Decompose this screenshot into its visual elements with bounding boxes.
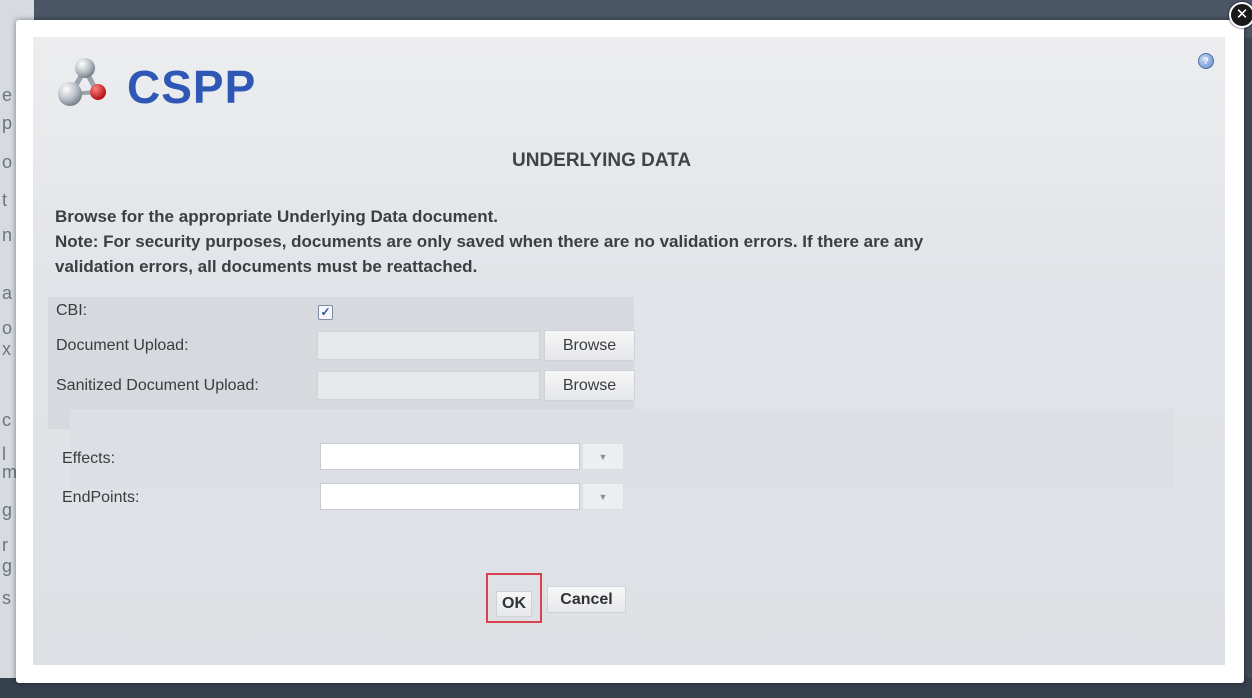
document-upload-label: Document Upload:	[56, 337, 189, 354]
background-text-fragment: x	[2, 339, 11, 359]
endpoints-combobox[interactable]	[320, 483, 580, 510]
ok-button-label: OK	[496, 591, 532, 617]
instruction-line: Note: For security purposes, documents a…	[55, 232, 924, 251]
background-text-fragment: o	[2, 318, 13, 338]
background-text-fragment: g	[2, 500, 13, 520]
close-icon[interactable]: ✕	[1229, 2, 1252, 28]
background-text-fragment: m	[2, 462, 17, 482]
molecule-logo-icon	[58, 58, 106, 106]
ok-button[interactable]: OK	[486, 573, 542, 623]
sanitized-upload-label: Sanitized Document Upload:	[56, 377, 259, 394]
background-text-fragment: n	[2, 225, 13, 245]
help-icon[interactable]: ?	[1198, 53, 1214, 69]
cbi-checkbox[interactable]: ✓	[318, 305, 333, 320]
background-text-fragment: r	[2, 535, 8, 555]
sanitized-browse-button[interactable]: Browse	[544, 370, 635, 401]
background-text-fragment: g	[2, 556, 13, 576]
endpoints-label: EndPoints:	[62, 489, 140, 506]
cancel-button[interactable]: Cancel	[547, 586, 626, 613]
background-text-fragment: c	[2, 410, 11, 430]
document-upload-field[interactable]	[317, 331, 540, 360]
chevron-down-icon[interactable]: ▼	[582, 483, 624, 510]
instructions: Browse for the appropriate Underlying Da…	[55, 204, 1195, 279]
background-text-fragment: s	[2, 588, 11, 608]
background-text-fragment: p	[2, 113, 13, 133]
effects-label: Effects:	[62, 450, 116, 467]
chevron-down-icon[interactable]: ▼	[582, 443, 624, 470]
cbi-label: CBI:	[56, 302, 88, 319]
document-browse-button[interactable]: Browse	[544, 330, 635, 361]
background-text-fragment: o	[2, 152, 13, 172]
app-logo-text: CSPP	[127, 61, 257, 113]
background-text-fragment: a	[2, 283, 13, 303]
instruction-line: Browse for the appropriate Underlying Da…	[55, 207, 499, 226]
dialog-title: UNDERLYING DATA	[512, 150, 692, 171]
instruction-line: validation errors, all documents must be…	[55, 257, 478, 276]
background-text-fragment: e	[2, 85, 13, 105]
background-text-fragment: t	[2, 190, 8, 210]
sanitized-upload-field[interactable]	[317, 371, 540, 400]
effects-combobox[interactable]	[320, 443, 580, 470]
